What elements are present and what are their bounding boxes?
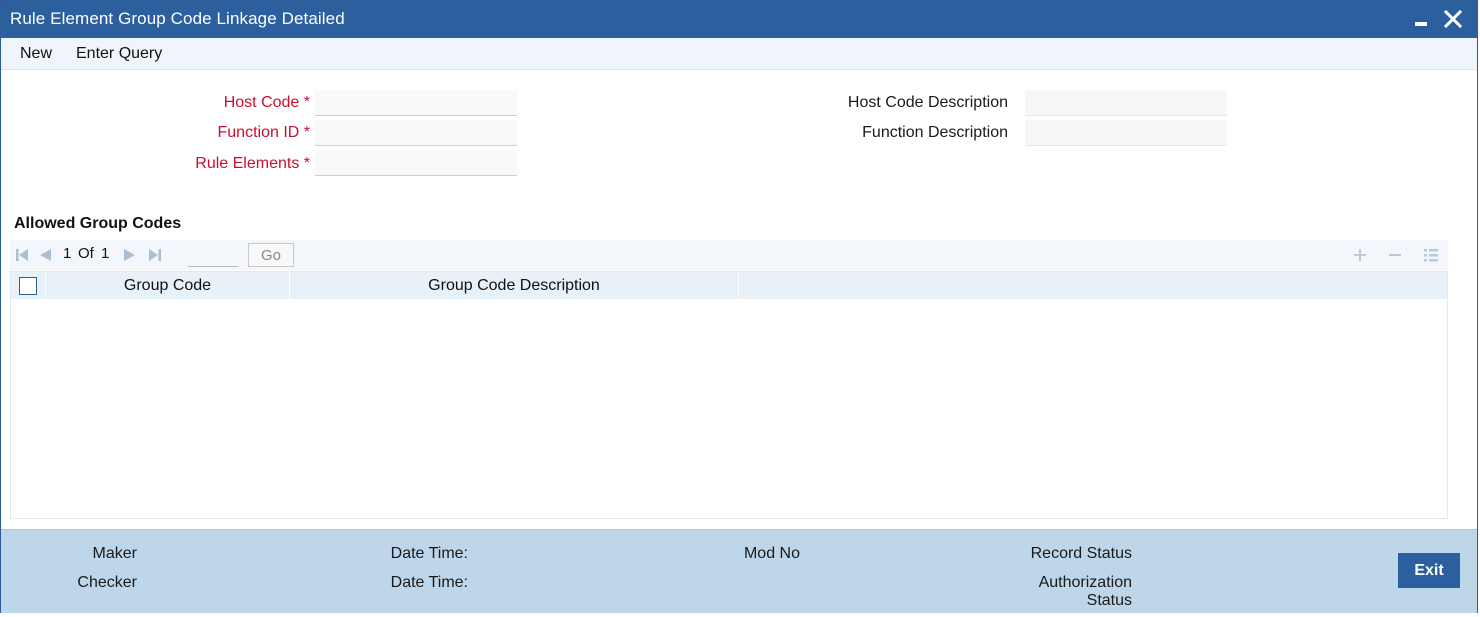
audit-footer: Maker Checker Date Time: Date Time: Mod … [1,529,1477,613]
mod-no-label: Mod No [743,545,800,562]
total-pages-number: 1 [101,245,110,262]
allowed-group-codes-title: Allowed Group Codes [14,215,182,232]
checker-date-time-label: Date Time: [390,574,468,591]
next-page-icon[interactable] [123,248,137,262]
add-row-icon[interactable] [1351,246,1369,264]
function-description-field [1025,120,1227,146]
function-id-label: Function ID * [217,124,311,141]
main-window: Rule Element Group Code Linkage Detailed… [0,0,1478,613]
minimize-icon[interactable] [1415,22,1427,26]
exit-button[interactable]: Exit [1398,553,1460,588]
menu-bar: New Enter Query [1,38,1477,70]
page-number-input[interactable] [188,243,238,267]
rule-elements-input[interactable] [315,150,517,176]
go-button[interactable]: Go [248,243,294,267]
grid-header: Group Code Group Code Description [11,272,1447,299]
maker-label: Maker [92,545,137,562]
host-code-description-field [1025,90,1227,116]
function-id-input[interactable] [315,120,517,146]
enter-query-menu-item[interactable]: Enter Query [76,45,162,63]
page-of-label: Of [78,245,94,262]
single-view-icon[interactable] [1422,246,1440,264]
close-icon[interactable] [1441,7,1465,31]
grid-toolbar: 1 Of 1 Go [10,240,1448,270]
function-description-label: Function Description [862,124,1008,141]
first-page-icon[interactable] [15,248,29,262]
group-code-description-column-header[interactable]: Group Code Description [290,272,739,299]
required-marker: * [303,155,310,172]
delete-row-icon[interactable] [1386,246,1404,264]
last-page-icon[interactable] [148,248,162,262]
previous-page-icon[interactable] [38,248,52,262]
select-all-column [11,272,46,299]
maker-date-time-label: Date Time: [390,545,468,562]
rule-elements-label: Rule Elements * [195,155,310,172]
record-status-label: Record Status [1030,545,1132,562]
host-code-label: Host Code * [223,94,310,111]
title-bar: Rule Element Group Code Linkage Detailed [1,1,1477,38]
required-marker: * [303,124,310,141]
new-menu-item[interactable]: New [20,45,52,63]
checker-label: Checker [77,574,137,591]
current-page-number: 1 [63,245,72,262]
host-code-description-label: Host Code Description [847,94,1008,111]
authorization-status-label: Authorization Status [1038,574,1132,609]
select-all-checkbox[interactable] [19,277,37,295]
allowed-group-codes-grid: Group Code Group Code Description [10,271,1448,519]
window-title: Rule Element Group Code Linkage Detailed [10,9,345,28]
required-marker: * [303,94,310,111]
group-code-column-header[interactable]: Group Code [46,272,290,299]
host-code-input[interactable] [315,90,517,116]
